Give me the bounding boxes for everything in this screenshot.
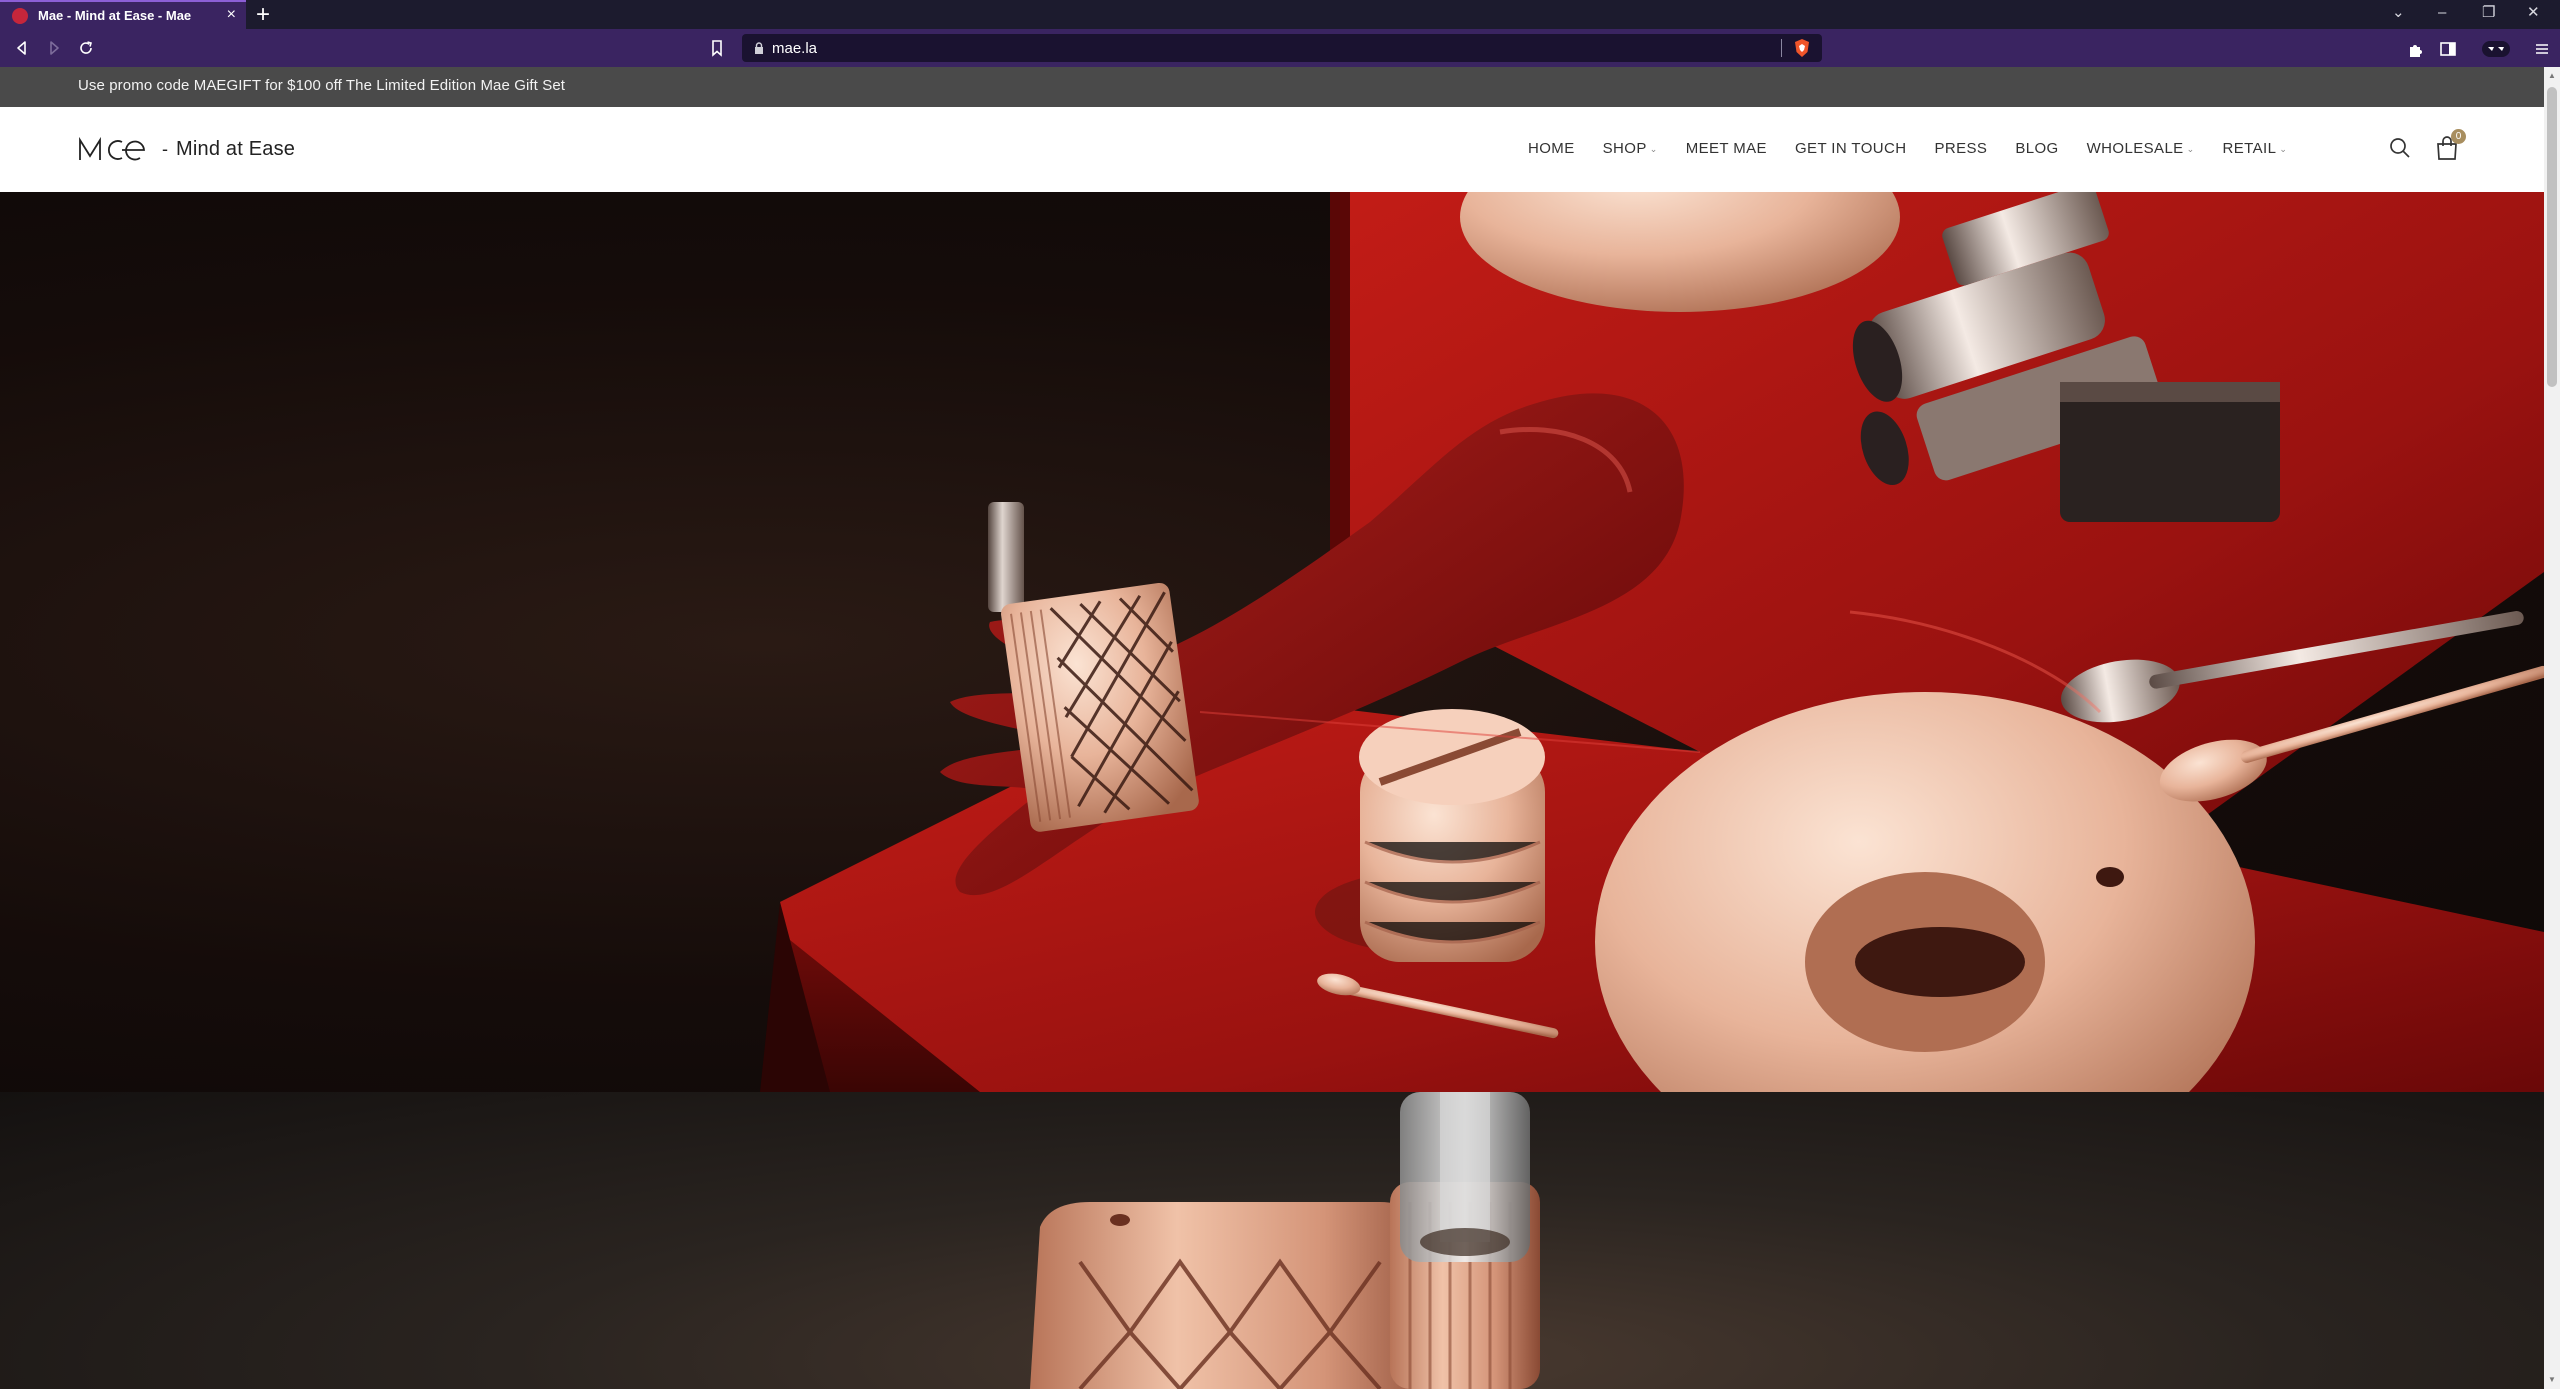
- nav-label: MEET MAE: [1685, 140, 1767, 157]
- tab-title: Mae - Mind at Ease - Mae: [38, 8, 192, 23]
- tab-list-chevron-icon[interactable]: ⌄: [2392, 4, 2405, 22]
- scroll-thumb[interactable]: [2547, 87, 2557, 387]
- logo-dash: -: [162, 138, 168, 159]
- restore-icon[interactable]: ❐: [2482, 4, 2495, 22]
- mae-logo-mark-icon: [79, 136, 145, 161]
- browser-tab[interactable]: Mae - Mind at Ease - Mae ×: [0, 0, 246, 29]
- scroll-up-icon[interactable]: ▲: [2548, 71, 2556, 80]
- url-text[interactable]: mae.la: [772, 40, 817, 57]
- promo-banner[interactable]: Use promo code MAEGIFT for $100 off The …: [0, 67, 2544, 107]
- extensions-icon[interactable]: [2406, 39, 2426, 59]
- site-header: - Mind at Ease HOME SHOP ⌄ MEET MAE GET I…: [0, 107, 2544, 192]
- nav-item-wholesale[interactable]: WHOLESALE ⌄: [2087, 140, 2195, 157]
- mae-favicon-icon: [12, 7, 28, 24]
- sidebar-icon[interactable]: [2438, 39, 2458, 59]
- address-bar[interactable]: mae.la: [742, 34, 1822, 62]
- forward-icon[interactable]: [43, 37, 65, 59]
- logo-tagline[interactable]: Mind at Ease: [176, 138, 295, 161]
- product-closeup-image[interactable]: [0, 1092, 2544, 1389]
- nav-item-press[interactable]: PRESS: [1934, 140, 1987, 157]
- web-page: Use promo code MAEGIFT for $100 off The …: [0, 67, 2560, 1389]
- main-nav: HOME SHOP ⌄ MEET MAE GET IN TOUCH PRESS B…: [1528, 140, 2315, 157]
- cart-count-badge[interactable]: 0: [2451, 129, 2466, 144]
- nav-item-blog[interactable]: BLOG: [2015, 140, 2058, 157]
- browser-tab-bar: Mae - Mind at Ease - Mae × + ⌄ – ❐ ✕: [0, 0, 2560, 29]
- nav-label: RETAIL: [2222, 140, 2277, 157]
- product-closeup-photo: [1030, 1092, 1540, 1389]
- window-close-icon[interactable]: ✕: [2527, 4, 2540, 22]
- new-tab-button[interactable]: +: [256, 2, 270, 28]
- tab-close-icon[interactable]: ×: [227, 6, 236, 24]
- nav-item-home[interactable]: HOME: [1528, 140, 1575, 157]
- minimize-icon[interactable]: –: [2438, 4, 2446, 22]
- menu-icon[interactable]: [2532, 39, 2552, 59]
- nav-label: BLOG: [2015, 140, 2059, 157]
- chevron-down-icon: ⌄: [1649, 144, 1658, 154]
- nav-label: WHOLESALE: [2086, 140, 2184, 157]
- promo-text[interactable]: Use promo code MAEGIFT for $100 off The …: [78, 77, 565, 94]
- nav-label: GET IN TOUCH: [1794, 140, 1907, 157]
- back-icon[interactable]: [11, 37, 33, 59]
- nav-item-get-in-touch[interactable]: GET IN TOUCH: [1795, 140, 1907, 157]
- hero-image[interactable]: [0, 192, 2544, 1092]
- nav-item-retail[interactable]: RETAIL ⌄: [2223, 140, 2288, 157]
- hero-product-photo: [760, 192, 2544, 1092]
- url-divider: [1781, 39, 1782, 57]
- lock-icon[interactable]: [754, 42, 764, 54]
- chevron-down-icon: ⌄: [2279, 144, 2288, 154]
- nav-item-shop[interactable]: SHOP ⌄: [1603, 140, 1658, 157]
- chevron-down-icon: ⌄: [2186, 144, 2195, 154]
- site-logo[interactable]: - Mind at Ease: [78, 131, 295, 167]
- browser-toolbar: mae.la: [0, 29, 2560, 67]
- scroll-down-icon[interactable]: ▼: [2548, 1375, 2556, 1384]
- wallet-icon[interactable]: [2482, 39, 2510, 59]
- brave-shield-icon[interactable]: [1792, 38, 1812, 58]
- search-icon[interactable]: [2389, 137, 2411, 159]
- nav-label: PRESS: [1934, 140, 1988, 157]
- reload-icon[interactable]: [75, 37, 97, 59]
- nav-label: HOME: [1528, 140, 1575, 157]
- nav-label: SHOP: [1602, 140, 1647, 157]
- page-scrollbar[interactable]: ▲ ▼: [2544, 67, 2560, 1389]
- nav-item-meet-mae[interactable]: MEET MAE: [1686, 140, 1767, 157]
- bookmark-icon[interactable]: [708, 39, 726, 57]
